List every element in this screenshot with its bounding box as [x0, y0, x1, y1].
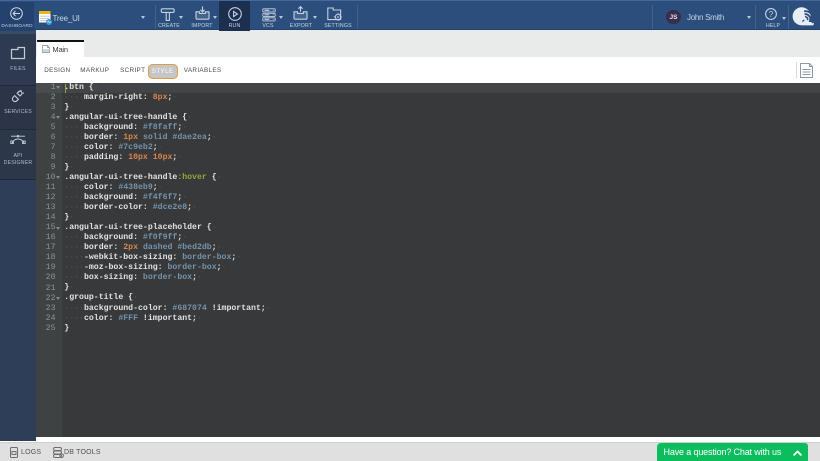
svg-text:?: ? [768, 9, 773, 19]
